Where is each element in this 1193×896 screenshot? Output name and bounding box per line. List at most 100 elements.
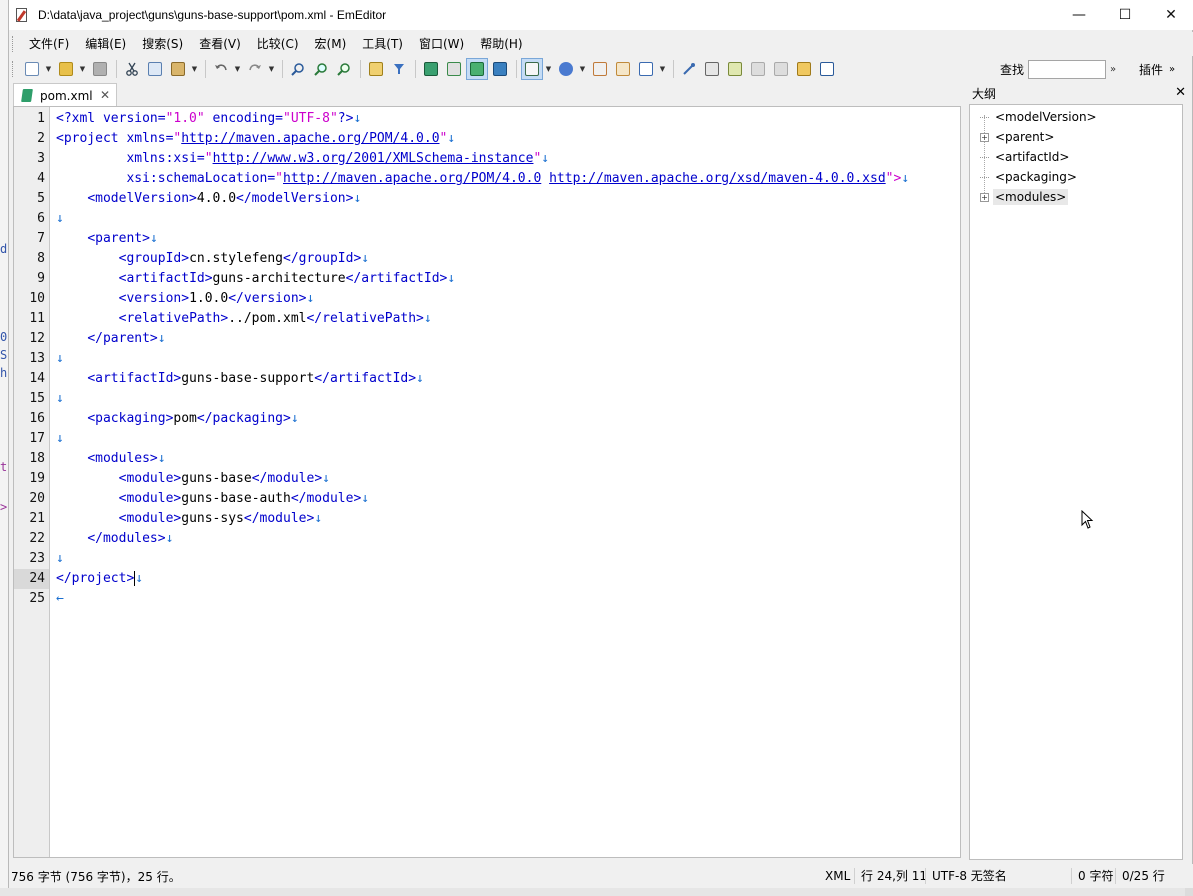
code-line[interactable]: ← xyxy=(56,589,64,609)
line-number[interactable]: 23 xyxy=(15,549,45,569)
properties-icon[interactable] xyxy=(589,58,611,80)
title-bar[interactable]: D:\data\java_project\guns\guns-base-supp… xyxy=(9,0,1193,30)
open-dropdown-icon[interactable]: ▼ xyxy=(78,58,87,80)
find-next-icon[interactable] xyxy=(310,58,332,80)
configuration-icon[interactable] xyxy=(521,58,543,80)
menu-compare[interactable]: 比较(C) xyxy=(249,33,307,55)
code-line[interactable]: <modelVersion>4.0.0</modelVersion>↓ xyxy=(56,189,361,209)
code-line[interactable]: <modules>↓ xyxy=(56,449,165,469)
line-number[interactable]: 8 xyxy=(15,249,45,269)
outline-item[interactable]: + <parent> xyxy=(980,127,1056,147)
fullscreen-icon[interactable] xyxy=(443,58,465,80)
url-link[interactable]: http://maven.apache.org/POM/4.0.0 xyxy=(181,131,439,146)
plugins-toolbar-more-icon[interactable]: » xyxy=(1169,64,1175,75)
plugins-label[interactable]: 插件 xyxy=(1139,61,1163,78)
code-line[interactable]: <module>guns-sys</module>↓ xyxy=(56,509,323,529)
status-encoding[interactable]: UTF-8 无签名 xyxy=(925,868,1007,884)
minimize-button[interactable]: — xyxy=(1056,0,1102,30)
code-line[interactable]: <relativePath>../pom.xml</relativePath>↓ xyxy=(56,309,432,329)
tab-close-icon[interactable]: ✕ xyxy=(100,88,110,102)
project-icon[interactable] xyxy=(793,58,815,80)
toolbar-grip[interactable] xyxy=(12,61,15,77)
line-number[interactable]: 24 xyxy=(14,569,49,589)
line-number[interactable]: 10 xyxy=(15,289,45,309)
find-toolbar-more-icon[interactable]: » xyxy=(1110,64,1116,75)
line-number[interactable]: 18 xyxy=(15,449,45,469)
text-editor[interactable]: 1 2 3 4 5 6 7 8 9 10 11 12 13 14 15 16 17 18 19 20 21 22 23 24 2… xyxy=(13,106,961,858)
url-link[interactable]: http://maven.apache.org/xsd/maven-4.0.0.… xyxy=(549,171,886,186)
code-line[interactable]: <module>guns-base-auth</module>↓ xyxy=(56,489,369,509)
open-folder-icon[interactable] xyxy=(55,58,77,80)
macro-list-icon[interactable] xyxy=(770,58,792,80)
redo-icon[interactable] xyxy=(244,58,266,80)
outline-tree[interactable]: <modelVersion> + <parent> <artifactId> <pack… xyxy=(969,104,1183,860)
line-number[interactable]: 4 xyxy=(15,169,45,189)
line-number[interactable]: 3 xyxy=(15,149,45,169)
customize-icon[interactable] xyxy=(635,58,657,80)
code-line-current[interactable]: </project>↓ xyxy=(56,569,143,589)
all-properties-icon[interactable] xyxy=(612,58,634,80)
code-line[interactable]: <groupId>cn.stylefeng</groupId>↓ xyxy=(56,249,369,269)
maximize-button[interactable]: ☐ xyxy=(1102,0,1148,30)
new-file-icon[interactable] xyxy=(21,58,43,80)
line-number[interactable]: 21 xyxy=(15,509,45,529)
code-line[interactable]: <parent>↓ xyxy=(56,229,157,249)
menu-search[interactable]: 搜索(S) xyxy=(134,33,191,55)
copy-icon[interactable] xyxy=(144,58,166,80)
line-number[interactable]: 1 xyxy=(15,109,45,129)
code-line[interactable]: xmlns:xsi="http://www.w3.org/2001/XMLSch… xyxy=(56,149,549,169)
menu-window[interactable]: 窗口(W) xyxy=(411,33,472,55)
line-number[interactable]: 20 xyxy=(15,489,45,509)
close-button[interactable]: ✕ xyxy=(1148,0,1193,30)
line-number[interactable]: 17 xyxy=(15,429,45,449)
line-number[interactable]: 2 xyxy=(15,129,45,149)
outline-item[interactable]: <packaging> xyxy=(980,167,1079,187)
cut-icon[interactable] xyxy=(121,58,143,80)
paste-icon[interactable] xyxy=(167,58,189,80)
line-number[interactable]: 15 xyxy=(15,389,45,409)
macro-select-icon[interactable] xyxy=(724,58,746,80)
code-line[interactable]: <artifactId>guns-architecture</artifactI… xyxy=(56,269,456,289)
code-line[interactable]: </modules>↓ xyxy=(56,529,173,549)
customize-dropdown-icon[interactable]: ▼ xyxy=(658,58,667,80)
encoding-icon[interactable] xyxy=(555,58,577,80)
redo-dropdown-icon[interactable]: ▼ xyxy=(267,58,276,80)
menu-tools[interactable]: 工具(T) xyxy=(354,33,411,55)
outline-item[interactable]: + <modules> xyxy=(980,187,1069,207)
window-list-icon[interactable] xyxy=(816,58,838,80)
undo-dropdown-icon[interactable]: ▼ xyxy=(233,58,242,80)
code-line[interactable]: <packaging>pom</packaging>↓ xyxy=(56,409,298,429)
code-line[interactable]: <project xmlns="http://maven.apache.org/… xyxy=(56,129,455,149)
menu-help[interactable]: 帮助(H) xyxy=(472,33,530,55)
expand-icon[interactable]: + xyxy=(980,192,989,202)
find-in-files-icon[interactable] xyxy=(365,58,387,80)
code-line[interactable]: <?xml version="1.0" encoding="UTF-8"?>↓ xyxy=(56,109,361,129)
tab-pom-xml[interactable]: pom.xml ✕ xyxy=(13,83,117,107)
paste-dropdown-icon[interactable]: ▼ xyxy=(190,58,199,80)
code-line[interactable]: </parent>↓ xyxy=(56,329,165,349)
new-file-dropdown-icon[interactable]: ▼ xyxy=(44,58,53,80)
line-number[interactable]: 19 xyxy=(15,469,45,489)
macro-sort-icon[interactable] xyxy=(747,58,769,80)
line-number[interactable]: 12 xyxy=(15,329,45,349)
line-number[interactable]: 22 xyxy=(15,529,45,549)
line-number[interactable]: 14 xyxy=(15,369,45,389)
find-previous-icon[interactable] xyxy=(333,58,355,80)
status-cursor-position[interactable]: 行 24,列 11 xyxy=(854,868,927,884)
save-icon[interactable] xyxy=(89,58,111,80)
code-line[interactable]: ↓ xyxy=(56,549,64,569)
macro-record-icon[interactable] xyxy=(678,58,700,80)
url-link[interactable]: http://www.w3.org/2001/XMLSchema-instanc… xyxy=(213,151,534,166)
split-window-icon[interactable] xyxy=(420,58,442,80)
code-line[interactable]: <artifactId>guns-base-support</artifactI… xyxy=(56,369,424,389)
line-number[interactable]: 7 xyxy=(15,229,45,249)
url-link[interactable]: http://maven.apache.org/POM/4.0.0 xyxy=(283,171,541,186)
menu-edit[interactable]: 编辑(E) xyxy=(77,33,134,55)
word-wrap-icon[interactable] xyxy=(466,58,488,80)
line-number[interactable]: 16 xyxy=(15,409,45,429)
line-number[interactable]: 11 xyxy=(15,309,45,329)
menu-macros[interactable]: 宏(M) xyxy=(307,33,355,55)
code-line[interactable]: <module>guns-base</module>↓ xyxy=(56,469,330,489)
find-input[interactable] xyxy=(1028,59,1107,79)
line-number[interactable]: 5 xyxy=(15,189,45,209)
